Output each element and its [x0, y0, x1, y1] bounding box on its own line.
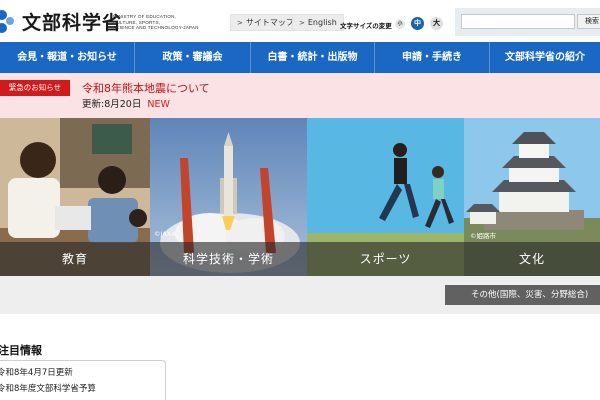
image-credit: ©JAXA: [154, 230, 176, 238]
emergency-notice: 緊急のお知らせ 令和8年熊本地震について 更新:8月20日 NEW: [0, 73, 600, 118]
other-category-band: その他(国際、災害、分野総合): [0, 276, 600, 314]
tile-education[interactable]: 教育: [0, 118, 150, 276]
nav-item-applications[interactable]: 申請・手続き: [375, 42, 490, 73]
emergency-updated: 更新:8月20日 NEW: [82, 99, 170, 110]
nav-item-press[interactable]: 会見・報道・お知らせ: [0, 42, 135, 73]
font-size-label: 文字サイズの変更: [340, 22, 392, 30]
search-button[interactable]: 検索: [577, 14, 600, 29]
tile-sports[interactable]: スポーツ: [307, 118, 464, 276]
notice-item[interactable]: 令和8年度文部科学省予算: [0, 382, 96, 394]
chevron-right-icon: >: [237, 19, 243, 27]
site-header: 文部科学省 MINISTRY OF EDUCATION, CULTURE, SP…: [0, 0, 600, 42]
site-logo-title[interactable]: 文部科学省: [22, 8, 122, 35]
site-logo-subtitle: MINISTRY OF EDUCATION, CULTURE, SPORTS, …: [113, 14, 199, 31]
search-input[interactable]: [461, 14, 575, 29]
font-size-medium-button[interactable]: 中: [411, 17, 424, 30]
sitemap-link[interactable]: > サイトマップ: [230, 14, 301, 31]
new-badge: NEW: [147, 99, 170, 110]
tile-science[interactable]: ©JAXA 科学技術・学術: [150, 118, 307, 276]
font-size-large-button[interactable]: 大: [430, 17, 443, 30]
search-area: 検索: [455, 8, 600, 36]
global-nav: 会見・報道・お知らせ 政策・審議会 白書・統計・出版物 申請・手続き 文部科学省…: [0, 42, 600, 73]
english-link[interactable]: > English: [292, 14, 344, 31]
notice-item[interactable]: 令和8年4月7日更新: [0, 366, 73, 378]
other-category-button[interactable]: その他(国際、災害、分野総合): [445, 285, 600, 305]
tile-label: 教育: [0, 242, 150, 276]
nav-item-policy[interactable]: 政策・審議会: [135, 42, 251, 73]
chevron-right-icon: >: [299, 19, 305, 27]
font-size-small-button[interactable]: 小: [395, 19, 405, 29]
ministry-logo-icon[interactable]: [0, 6, 16, 36]
tile-label: スポーツ: [307, 242, 464, 276]
nav-item-publications[interactable]: 白書・統計・出版物: [251, 42, 375, 73]
emergency-badge: 緊急のお知らせ: [0, 80, 70, 96]
tile-culture[interactable]: ©姫路市 文化: [464, 118, 600, 276]
category-tiles: 教育 ©JAXA 科学技術・学術 スポーツ ©姫路市 文化: [0, 118, 600, 276]
notice-box: 令和8年4月7日更新 令和8年度文部科学省予算: [0, 360, 166, 400]
tile-label: 文化: [464, 242, 600, 276]
notice-heading: 注目情報: [0, 344, 42, 357]
nav-item-about[interactable]: 文部科学省の紹介: [490, 42, 600, 73]
image-credit: ©姫路市: [470, 232, 496, 240]
emergency-title-link[interactable]: 令和8年熊本地震について: [82, 80, 210, 96]
tile-label: 科学技術・学術: [150, 242, 307, 276]
